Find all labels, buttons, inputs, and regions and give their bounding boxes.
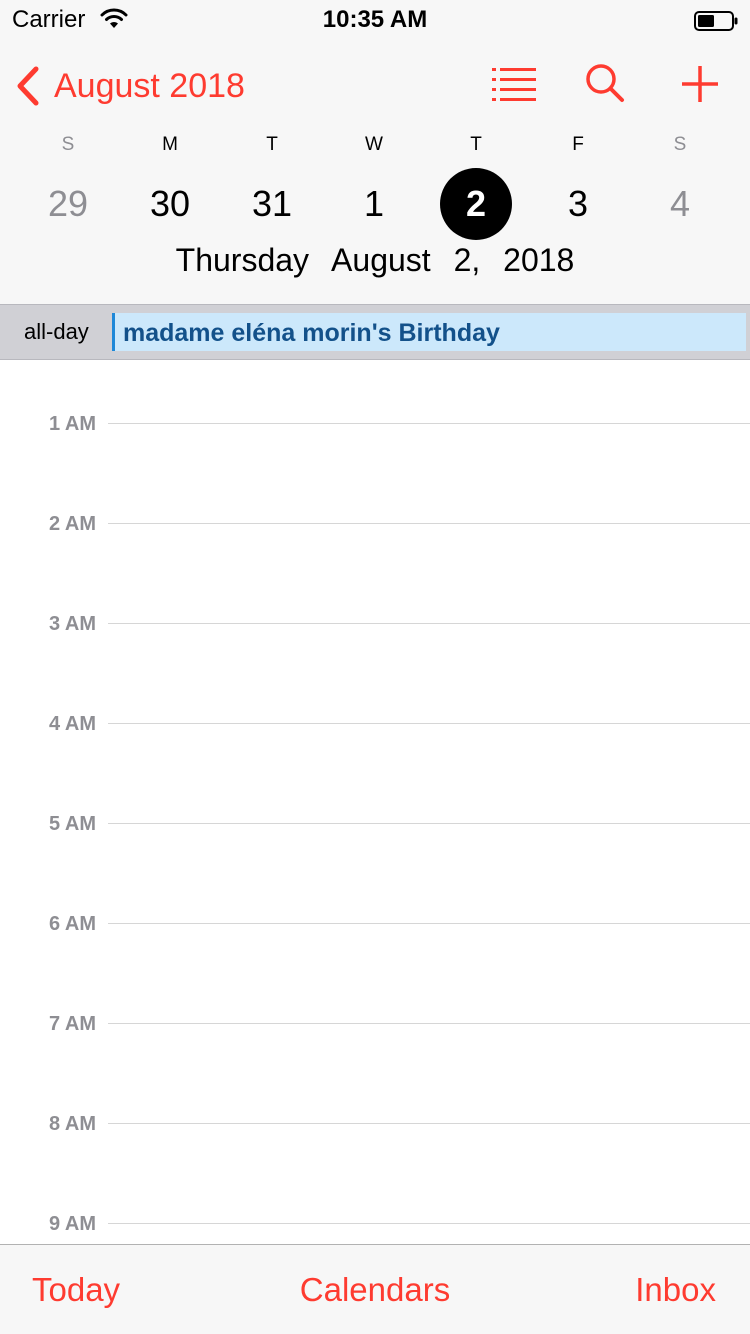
hour-row: 2 AM	[0, 509, 750, 539]
day-30[interactable]: 30	[134, 168, 206, 240]
hour-row: 3 AM	[0, 609, 750, 639]
day-4[interactable]: 4	[644, 168, 716, 240]
hour-divider	[108, 423, 750, 424]
day-1[interactable]: 1	[338, 168, 410, 240]
all-day-row: all-day madame eléna morin's Birthday	[0, 304, 750, 360]
calendar-header: August 2018 S M T W T F S 29 30 31 1 2 3…	[0, 40, 750, 304]
hour-label: 4 AM	[48, 713, 96, 735]
hour-label: 7 AM	[48, 1013, 96, 1035]
weekday-sun: S	[61, 134, 75, 155]
hour-row: 4 AM	[0, 709, 750, 739]
back-to-month-button[interactable]: August 2018	[14, 66, 245, 106]
hour-row: 1 AM	[0, 409, 750, 439]
weekday-sat: S	[673, 134, 687, 155]
hour-divider	[108, 1023, 750, 1024]
hour-divider	[108, 1223, 750, 1224]
selected-date: August 2, 2018	[331, 242, 575, 278]
hour-row: 6 AM	[0, 909, 750, 939]
hour-divider	[108, 623, 750, 624]
hour-row: 5 AM	[0, 809, 750, 839]
day-3[interactable]: 3	[542, 168, 614, 240]
inbox-button[interactable]: Inbox	[635, 1271, 716, 1309]
weekday-wed: W	[365, 134, 383, 155]
hour-label: 3 AM	[48, 613, 96, 635]
hour-row: 8 AM	[0, 1109, 750, 1139]
list-icon[interactable]	[490, 62, 542, 106]
add-icon[interactable]	[674, 62, 726, 106]
hour-label: 5 AM	[48, 813, 96, 835]
battery-icon	[694, 11, 738, 31]
hour-divider	[108, 723, 750, 724]
hour-row: 7 AM	[0, 1009, 750, 1039]
day-2-selected[interactable]: 2	[440, 168, 512, 240]
hour-divider	[108, 523, 750, 524]
chevron-left-icon	[17, 66, 39, 106]
day-29[interactable]: 29	[32, 168, 104, 240]
selected-weekday: Thursday	[175, 242, 310, 278]
weekday-thu: T	[470, 134, 482, 155]
status-bar: Carrier 10:35 AM	[0, 0, 750, 40]
day-31[interactable]: 31	[236, 168, 308, 240]
hour-label: 6 AM	[48, 913, 96, 935]
hour-divider	[108, 923, 750, 924]
hour-label: 2 AM	[48, 513, 96, 535]
status-time: 10:35 AM	[322, 6, 428, 33]
back-label: August 2018	[54, 66, 245, 105]
event-title: madame eléna morin's Birthday	[123, 319, 500, 347]
hour-divider	[108, 1123, 750, 1124]
hour-divider	[108, 823, 750, 824]
hour-label: 9 AM	[48, 1213, 96, 1235]
hour-row: 9 AM	[0, 1209, 750, 1239]
hour-label: 1 AM	[48, 413, 96, 435]
hour-label: 8 AM	[48, 1113, 96, 1135]
search-icon[interactable]	[578, 62, 630, 106]
all-day-event[interactable]: madame eléna morin's Birthday	[112, 313, 746, 351]
selected-date-title: Thursday August 2, 2018	[0, 242, 750, 279]
day-timeline[interactable]: 1 AM 2 AM 3 AM 4 AM 5 AM 6 AM 7 AM 8 AM …	[0, 360, 750, 1244]
all-day-label: all-day	[24, 319, 89, 344]
weekday-mon: M	[162, 134, 178, 155]
weekday-tue: T	[266, 134, 278, 155]
weekday-fri: F	[572, 134, 584, 155]
tab-bar: Today Calendars Inbox	[0, 1244, 750, 1334]
